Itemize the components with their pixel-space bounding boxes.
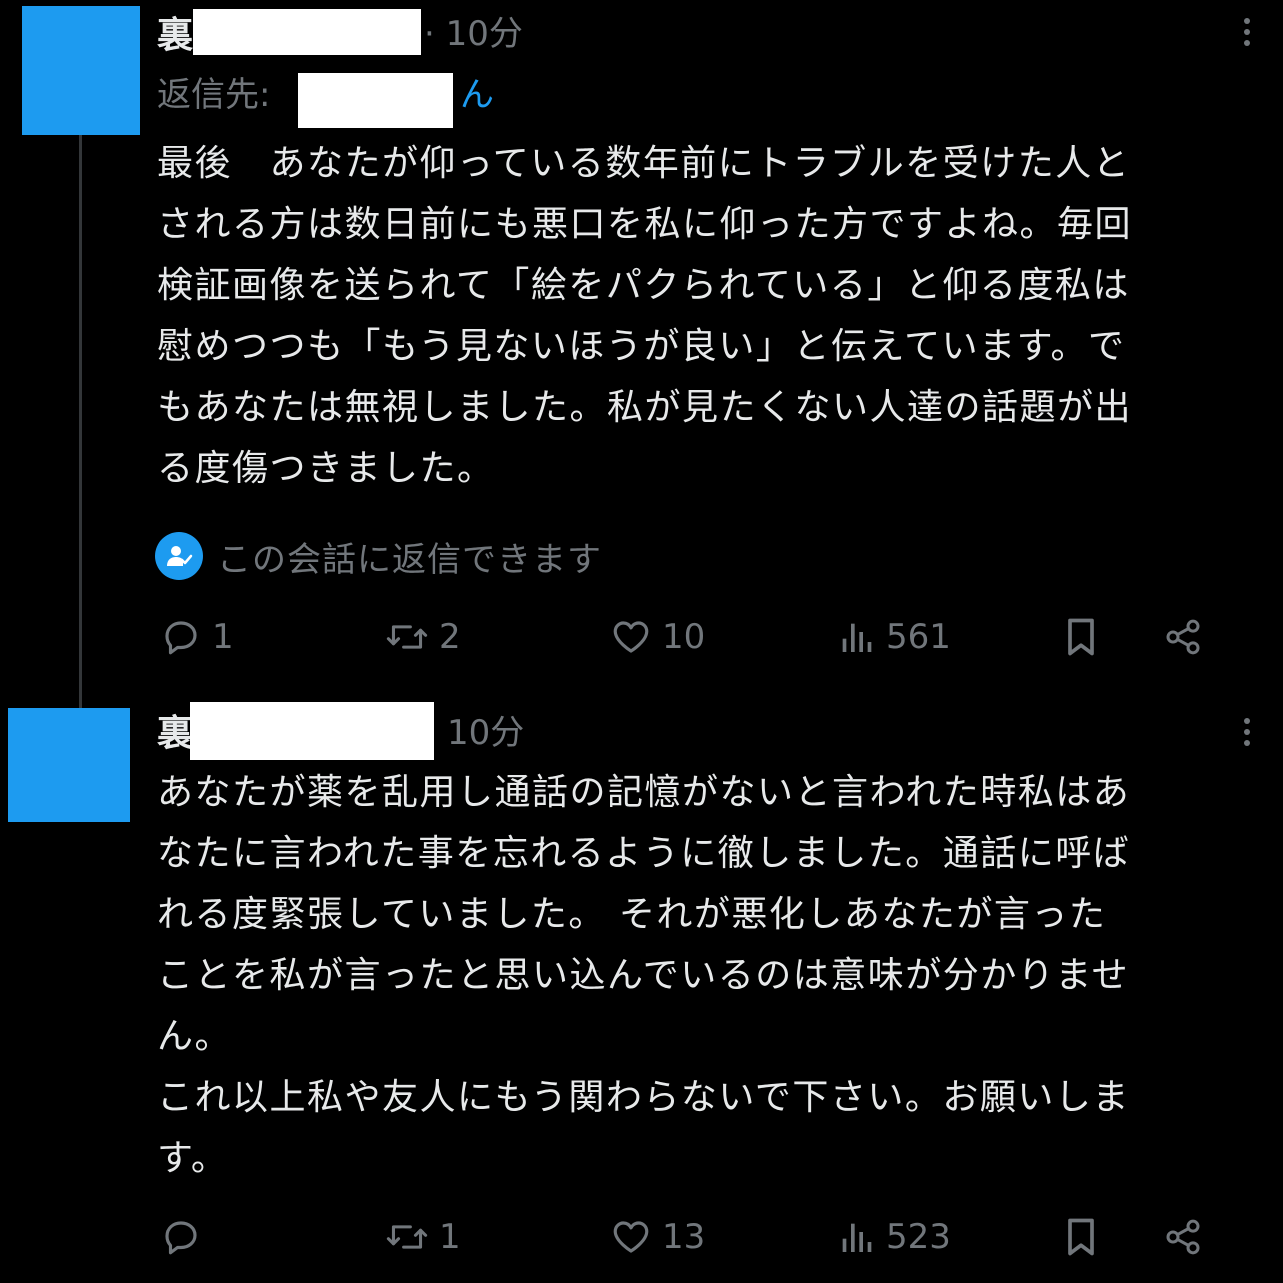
timestamp[interactable]: 10分 — [447, 716, 524, 750]
repost-count: 2 — [439, 617, 461, 657]
heart-icon — [613, 1221, 649, 1253]
views-button[interactable]: 561 — [836, 612, 951, 662]
like-button[interactable]: 10 — [610, 612, 705, 662]
redacted-handle — [193, 9, 421, 55]
tweet-text: あなたが薬を乱用し通話の記憶がないと言われた時私はあ なたに言われた事を忘れるよ… — [157, 772, 1131, 1179]
more-options-icon[interactable] — [1242, 18, 1252, 54]
timestamp[interactable]: · 10分 — [424, 17, 523, 51]
avatar[interactable] — [8, 708, 130, 822]
avatar[interactable] — [22, 6, 140, 135]
bookmark-button[interactable] — [1062, 612, 1100, 662]
tweet-text: 最後 あなたが仰っている数年前にトラブルを受けた人と される方は数日前にも悪口を… — [157, 143, 1133, 489]
views-button[interactable]: 523 — [836, 1212, 951, 1262]
bookmark-icon — [1068, 618, 1094, 656]
like-count: 10 — [662, 617, 706, 657]
like-button[interactable]: 13 — [610, 1212, 705, 1262]
more-options-icon[interactable] — [1242, 718, 1252, 754]
share-icon — [1166, 619, 1200, 655]
reply-icon — [165, 1221, 197, 1255]
repost-icon — [386, 625, 428, 649]
reply-button[interactable] — [160, 1212, 212, 1262]
like-count: 13 — [662, 1217, 706, 1257]
user-check-icon — [155, 532, 203, 580]
heart-icon — [613, 621, 649, 653]
reply-permission-notice: この会話に返信できます — [155, 530, 602, 582]
share-button[interactable] — [1163, 612, 1203, 662]
reply-button[interactable]: 1 — [160, 612, 234, 662]
repost-count: 1 — [439, 1217, 461, 1257]
view-count: 523 — [886, 1217, 951, 1257]
redacted-handle — [190, 702, 434, 760]
reply-icon — [165, 621, 197, 655]
view-count: 561 — [886, 617, 951, 657]
analytics-icon — [842, 623, 872, 652]
reply-to-handle[interactable]: ん — [460, 78, 494, 112]
display-name[interactable]: 裏 — [157, 18, 193, 54]
display-name[interactable]: 裏 — [157, 716, 193, 752]
reply-count: 1 — [212, 617, 234, 657]
share-button[interactable] — [1163, 1212, 1203, 1262]
redacted-reply-handle — [298, 73, 453, 128]
bookmark-button[interactable] — [1062, 1212, 1100, 1262]
repost-button[interactable]: 1 — [385, 1212, 461, 1262]
repost-icon — [386, 1225, 428, 1249]
reply-permission-text: この会話に返信できます — [217, 539, 602, 580]
reply-to-label: 返信先: — [157, 75, 271, 115]
share-icon — [1166, 1219, 1200, 1255]
repost-button[interactable]: 2 — [385, 612, 461, 662]
analytics-icon — [842, 1223, 872, 1252]
bookmark-icon — [1068, 1218, 1094, 1256]
thread-connector-line — [79, 135, 82, 708]
